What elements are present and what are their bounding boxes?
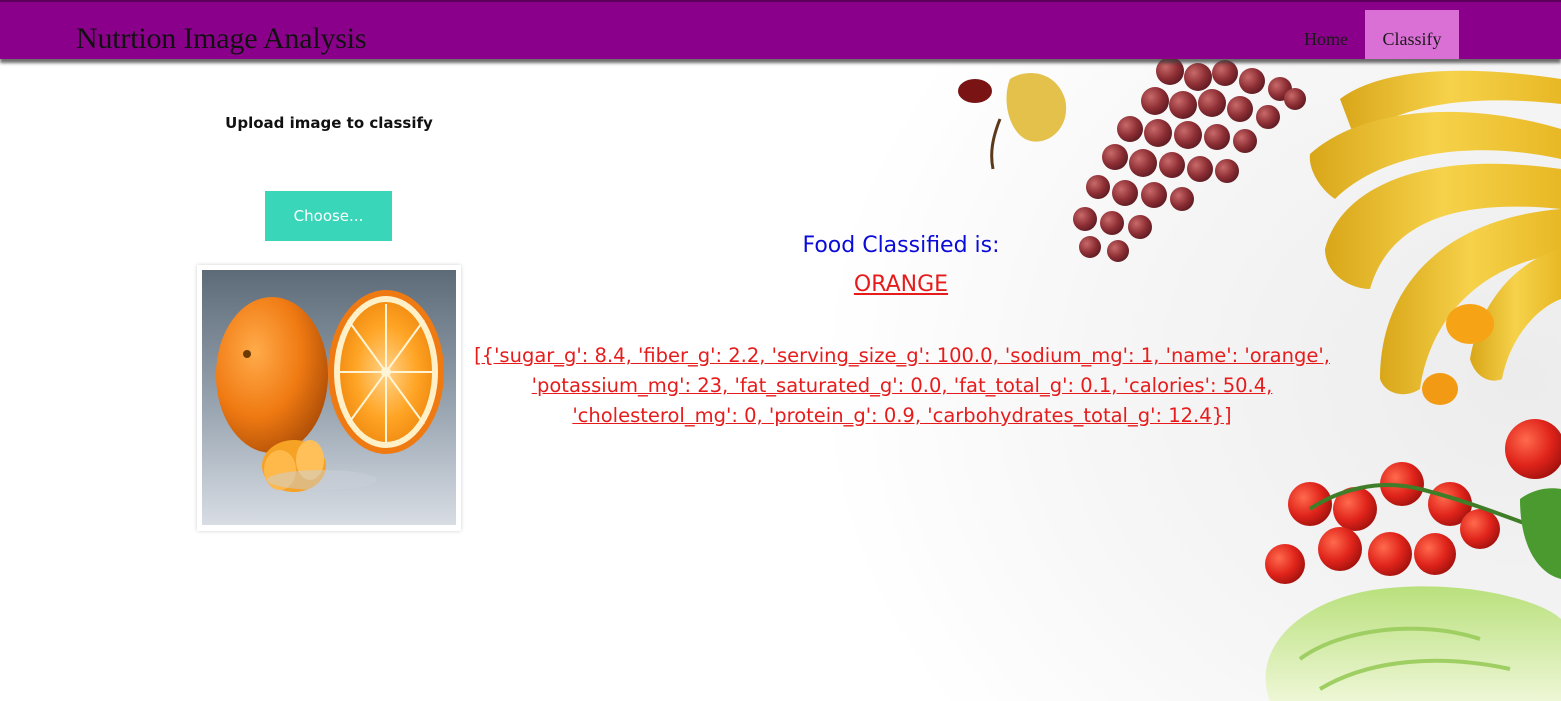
result-title: Food Classified is:: [802, 233, 1000, 258]
nutrition-info-text: [{'sugar_g': 8.4, 'fiber_g': 2.2, 'servi…: [474, 344, 1330, 427]
preview-frame: [197, 265, 461, 531]
brand-title[interactable]: Nutrtion Image Analysis: [76, 22, 367, 56]
nav-classify-link[interactable]: Classify: [1365, 10, 1459, 59]
nav-home-link[interactable]: Home: [1290, 10, 1362, 59]
page: Nutrtion Image Analysis Home Classify Up…: [0, 0, 1561, 701]
upload-label: Upload image to classify: [225, 114, 433, 132]
choose-file-button[interactable]: Choose...: [265, 191, 392, 241]
top-navbar: Nutrtion Image Analysis Home Classify: [0, 0, 1561, 59]
orange-photo-icon: [202, 270, 456, 525]
classified-food-label: ORANGE: [853, 272, 949, 297]
